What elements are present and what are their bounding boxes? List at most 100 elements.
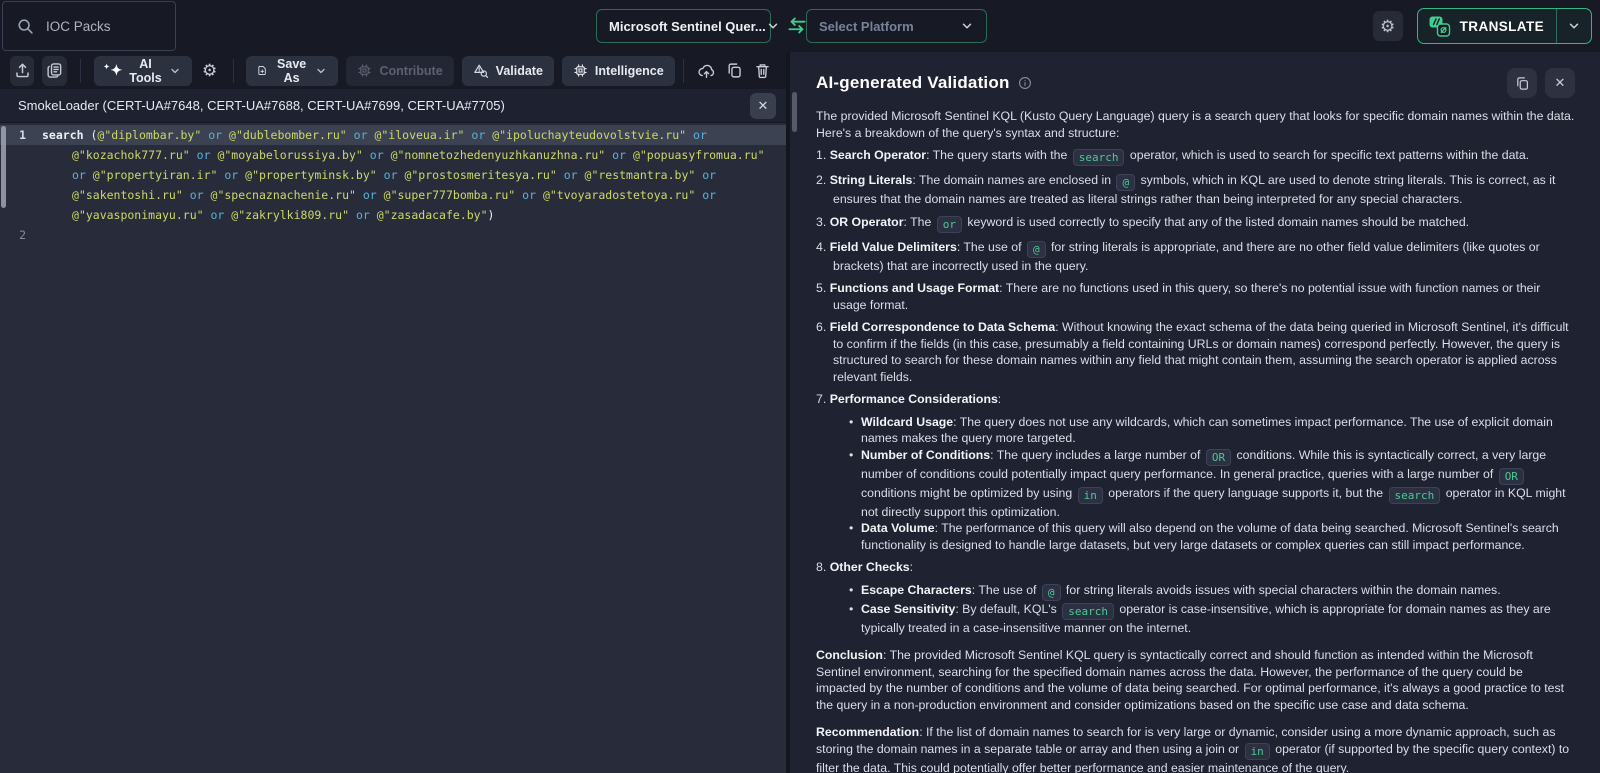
validation-actions: ✕	[1507, 68, 1575, 98]
close-icon: ✕	[1555, 75, 1566, 91]
chevron-down-icon	[766, 19, 780, 33]
translate-icon	[1428, 15, 1451, 38]
chevron-down-icon	[169, 65, 181, 77]
tab-close-button[interactable]: ✕	[750, 93, 776, 119]
validation-conclusion: Conclusion: The provided Microsoft Senti…	[816, 647, 1576, 713]
info-icon[interactable]	[1018, 76, 1032, 90]
close-validation-button[interactable]: ✕	[1545, 68, 1575, 98]
top-bar: IOC Packs Microsoft Sentinel Quer... Sel…	[0, 0, 1600, 52]
validation-item: 5. Functions and Usage Format: There are…	[816, 280, 1576, 313]
inline-code: OR	[1499, 468, 1524, 485]
delete-query-button[interactable]	[752, 58, 772, 84]
validation-bullet: •Data Volume: The performance of this qu…	[849, 520, 1576, 553]
upload-button[interactable]	[10, 56, 34, 86]
intelligence-label: Intelligence	[595, 64, 664, 78]
validation-item: 7. Performance Considerations:	[816, 391, 1576, 408]
app-root: IOC Packs Microsoft Sentinel Quer... Sel…	[0, 0, 1600, 773]
search-placeholder: IOC Packs	[46, 19, 111, 34]
line-gutter: 1 2	[0, 125, 36, 773]
validation-header: AI-generated Validation ✕	[790, 52, 1600, 98]
save-as-button[interactable]: Save As	[246, 56, 338, 86]
topbar-actions: ⚙ TRANSLATE	[1373, 8, 1592, 44]
gear-icon: ⚙	[1380, 18, 1395, 35]
sparkles-icon: ✦✦	[105, 63, 123, 77]
close-icon: ✕	[758, 98, 769, 114]
ai-settings-button[interactable]: ⚙	[200, 58, 220, 84]
validation-title: AI-generated Validation	[816, 73, 1010, 93]
validation-bullet: •Number of Conditions: The query include…	[849, 447, 1576, 521]
query-code[interactable]: search (@"diplombar.by" or @"dublebomber…	[36, 125, 780, 773]
cloud-upload-icon	[697, 61, 716, 80]
validation-body: The provided Microsoft Sentinel KQL (Kus…	[816, 108, 1576, 773]
inline-code: @	[1042, 584, 1061, 601]
swap-platforms-icon[interactable]	[784, 13, 814, 39]
main-layout: ✦✦ AI Tools ⚙ Save As	[0, 52, 1600, 773]
validation-panel: AI-generated Validation ✕	[790, 52, 1600, 773]
file-plus-icon	[257, 63, 268, 78]
contribute-button: Contribute	[346, 56, 453, 86]
divider	[80, 59, 81, 83]
inline-code: search	[1389, 487, 1441, 504]
inline-code: search	[1062, 603, 1114, 620]
source-platform-label: Microsoft Sentinel Quer...	[609, 19, 766, 34]
source-platform-select[interactable]: Microsoft Sentinel Quer...	[596, 9, 771, 43]
ai-tools-label: AI Tools	[129, 57, 161, 85]
validate-icon	[473, 63, 489, 79]
validation-item: 6. Field Correspondence to Data Schema: …	[816, 319, 1576, 385]
inline-code: OR	[1206, 449, 1231, 466]
target-platform-select[interactable]: Select Platform	[806, 9, 987, 43]
inline-code: or	[937, 216, 962, 233]
copy-query-button[interactable]	[724, 58, 744, 84]
translate-label: TRANSLATE	[1460, 19, 1544, 34]
translate-button[interactable]: TRANSLATE	[1417, 8, 1592, 44]
query-panel: ✦✦ AI Tools ⚙ Save As	[0, 52, 786, 773]
validation-intro: The provided Microsoft Sentinel KQL (Kus…	[816, 108, 1576, 141]
copy-icon	[1515, 76, 1530, 91]
validate-label: Validate	[496, 64, 543, 78]
validation-bullet-list: •Escape Characters: The use of @ for str…	[849, 582, 1576, 637]
code-line: search (@"diplombar.by" or @"dublebomber…	[36, 125, 780, 225]
trash-icon	[754, 62, 771, 79]
validation-item: 2. String Literals: The domain names are…	[816, 172, 1576, 208]
cloud-upload-button[interactable]	[696, 58, 716, 84]
validation-bullet: •Case Sensitivity: By default, KQL's sea…	[849, 601, 1576, 637]
query-tab[interactable]: SmokeLoader (CERT-UA#7648, CERT-UA#7688,…	[0, 89, 786, 123]
save-as-label: Save As	[275, 57, 309, 85]
inline-code: @	[1116, 174, 1135, 191]
validate-button[interactable]: Validate	[462, 56, 554, 86]
code-editor[interactable]: 1 2 search (@"diplombar.by" or @"dublebo…	[0, 123, 786, 773]
chip-icon	[573, 63, 588, 78]
chevron-down-icon	[315, 65, 327, 77]
settings-button[interactable]: ⚙	[1373, 11, 1403, 41]
ai-tools-button[interactable]: ✦✦ AI Tools	[94, 56, 192, 86]
copy-icon	[726, 62, 743, 79]
inline-code: in	[1245, 743, 1270, 760]
inline-code: search	[1073, 149, 1125, 166]
chevron-down-icon	[960, 19, 974, 33]
tab-title: SmokeLoader (CERT-UA#7648, CERT-UA#7688,…	[18, 98, 750, 113]
platform-selectors: Microsoft Sentinel Quer... Select Platfo…	[596, 9, 987, 43]
inline-code: in	[1078, 487, 1103, 504]
line-number: 2	[6, 225, 26, 245]
stack-icon	[46, 62, 63, 79]
translate-dropdown-chevron[interactable]	[1557, 19, 1591, 33]
validation-bullet-list: •Wildcard Usage: The query does not use …	[849, 414, 1576, 554]
divider	[233, 59, 234, 83]
validation-item: 4. Field Value Delimiters: The use of @ …	[816, 239, 1576, 275]
inline-code: @	[1027, 241, 1046, 258]
intelligence-button[interactable]: Intelligence	[562, 56, 675, 86]
copy-validation-button[interactable]	[1507, 68, 1537, 98]
validation-bullet: •Escape Characters: The use of @ for str…	[849, 582, 1576, 601]
target-platform-placeholder: Select Platform	[819, 19, 914, 34]
templates-button[interactable]	[42, 56, 66, 86]
contribute-label: Contribute	[379, 64, 442, 78]
line-number: 1	[6, 125, 26, 145]
ioc-packs-search[interactable]: IOC Packs	[2, 1, 176, 51]
validation-recommendation: Recommendation: If the list of domain na…	[816, 724, 1576, 773]
panel-scrollbar-thumb[interactable]	[792, 92, 797, 132]
search-icon	[17, 18, 34, 35]
validation-bullet: •Wildcard Usage: The query does not use …	[849, 414, 1576, 447]
divider	[683, 59, 684, 83]
query-toolbar: ✦✦ AI Tools ⚙ Save As	[0, 52, 786, 89]
validation-item: 1. Search Operator: The query starts wit…	[816, 147, 1576, 166]
